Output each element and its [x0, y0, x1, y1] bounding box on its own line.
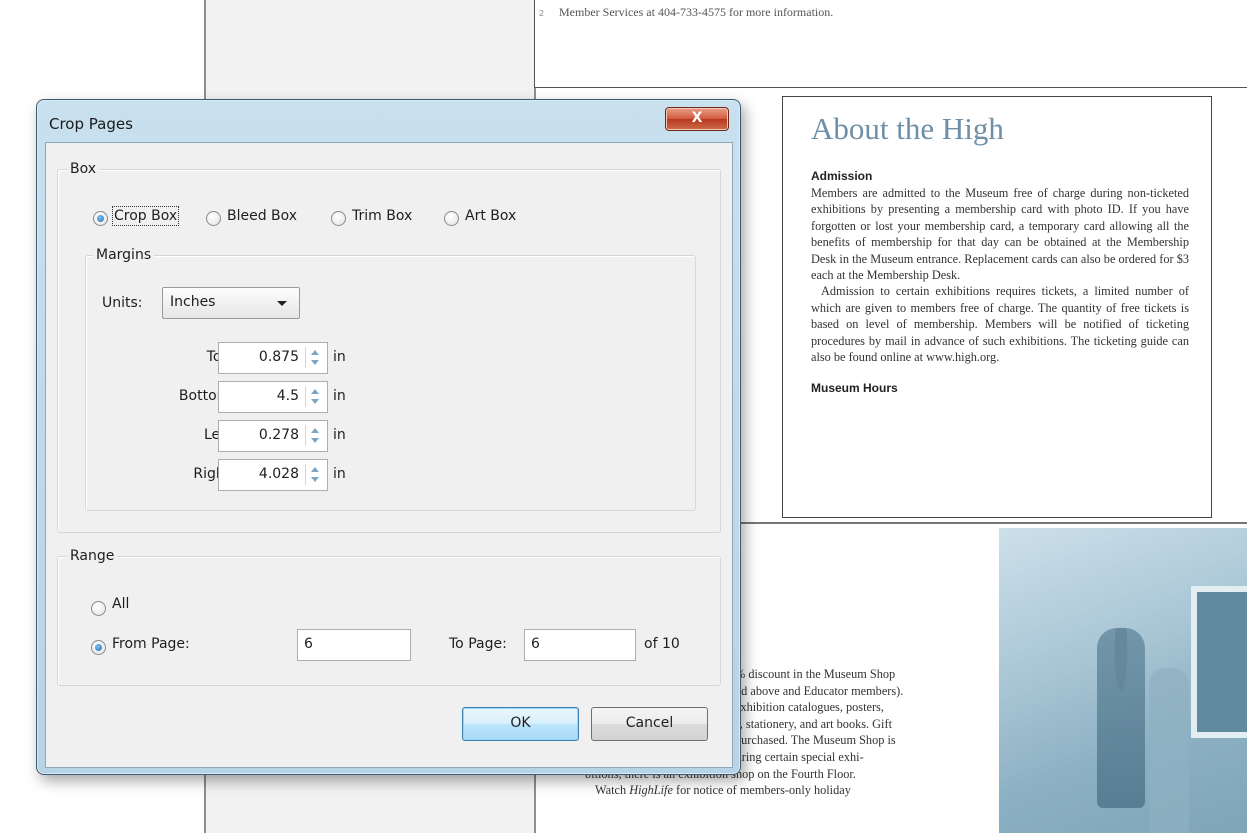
ok-button[interactable]: OK	[462, 707, 579, 741]
right-unit: in	[333, 466, 346, 482]
left-margin-value: 0.278	[258, 427, 299, 443]
bottom-margin-value: 4.5	[276, 388, 299, 404]
left-unit: in	[333, 427, 346, 443]
left-margin-stepper[interactable]: 0.278	[218, 420, 328, 452]
visitor-figure	[1097, 628, 1145, 808]
spin-arrows-icon[interactable]	[305, 425, 324, 446]
close-button[interactable]: X	[665, 107, 729, 131]
top-margin-value: 0.875	[258, 349, 299, 365]
document-page-top: 2 Member Services at 404-733-4575 for mo…	[534, 0, 1247, 88]
cancel-button[interactable]: Cancel	[591, 707, 708, 741]
shop-text-run: for notice of members-only holiday	[672, 783, 851, 798]
chevron-down-icon	[277, 301, 287, 306]
from-page-value: 6	[304, 636, 313, 652]
spin-arrows-icon[interactable]	[305, 464, 324, 485]
to-page-input[interactable]: 6	[524, 629, 636, 661]
units-value: Inches	[170, 294, 216, 310]
box-group-legend: Box	[67, 161, 100, 177]
bleed-box-label[interactable]: Bleed Box	[227, 208, 297, 224]
top-margin-stepper[interactable]: 0.875	[218, 342, 328, 374]
bleed-box-radio[interactable]	[206, 211, 221, 226]
from-page-label[interactable]: From Page:	[112, 636, 190, 652]
top-unit: in	[333, 349, 346, 365]
page-number: 2	[539, 9, 545, 18]
dialog-client-area: Box Crop Box Bleed Box Trim Box Art Box …	[45, 142, 733, 768]
page-count-label: of 10	[644, 636, 680, 652]
margins-legend: Margins	[93, 247, 155, 263]
museum-photo	[999, 528, 1247, 833]
spin-arrows-icon[interactable]	[305, 347, 324, 368]
units-dropdown[interactable]: Inches	[162, 287, 300, 319]
all-pages-radio[interactable]	[91, 601, 106, 616]
about-the-high-panel: About the High Admission Members are adm…	[782, 96, 1212, 518]
painting-frame	[1191, 586, 1247, 738]
highlife-title: HighLife	[629, 783, 673, 798]
from-page-radio[interactable]	[91, 640, 106, 655]
right-margin-stepper[interactable]: 4.028	[218, 459, 328, 491]
from-page-input[interactable]: 6	[297, 629, 411, 661]
units-label: Units:	[102, 295, 143, 311]
to-page-label: To Page:	[449, 636, 507, 652]
visitor-figure	[1149, 668, 1189, 833]
spin-arrows-icon[interactable]	[305, 386, 324, 407]
trim-box-radio[interactable]	[331, 211, 346, 226]
page-top-text: Member Services at 404-733-4575 for more…	[559, 5, 834, 19]
right-margin-value: 4.028	[258, 466, 299, 482]
crop-pages-dialog: Crop Pages X Box Crop Box Bleed Box Trim…	[36, 99, 741, 775]
bottom-margin-stepper[interactable]: 4.5	[218, 381, 328, 413]
crop-box-label[interactable]: Crop Box	[111, 206, 180, 226]
art-box-radio[interactable]	[444, 211, 459, 226]
museum-hours-subheading: Museum Hours	[811, 381, 898, 396]
all-pages-label[interactable]: All	[112, 596, 129, 612]
range-legend: Range	[67, 548, 118, 564]
admission-paragraph-1: Members are admitted to the Museum free …	[811, 186, 1189, 283]
trim-box-label[interactable]: Trim Box	[352, 208, 412, 224]
bottom-unit: in	[333, 388, 346, 404]
dialog-title: Crop Pages	[49, 115, 133, 133]
admission-subheading: Admission	[811, 169, 873, 183]
to-page-value: 6	[531, 636, 540, 652]
admission-paragraph-2: Admission to certain exhibitions require…	[811, 284, 1189, 365]
about-heading: About the High	[811, 111, 1004, 146]
crop-box-radio[interactable]	[93, 211, 108, 226]
shop-text-run: Watch	[595, 783, 630, 798]
shop-line-highlife: Watch HighLife for notice of members-onl…	[585, 782, 967, 799]
range-group	[57, 556, 721, 686]
art-box-label[interactable]: Art Box	[465, 208, 516, 224]
